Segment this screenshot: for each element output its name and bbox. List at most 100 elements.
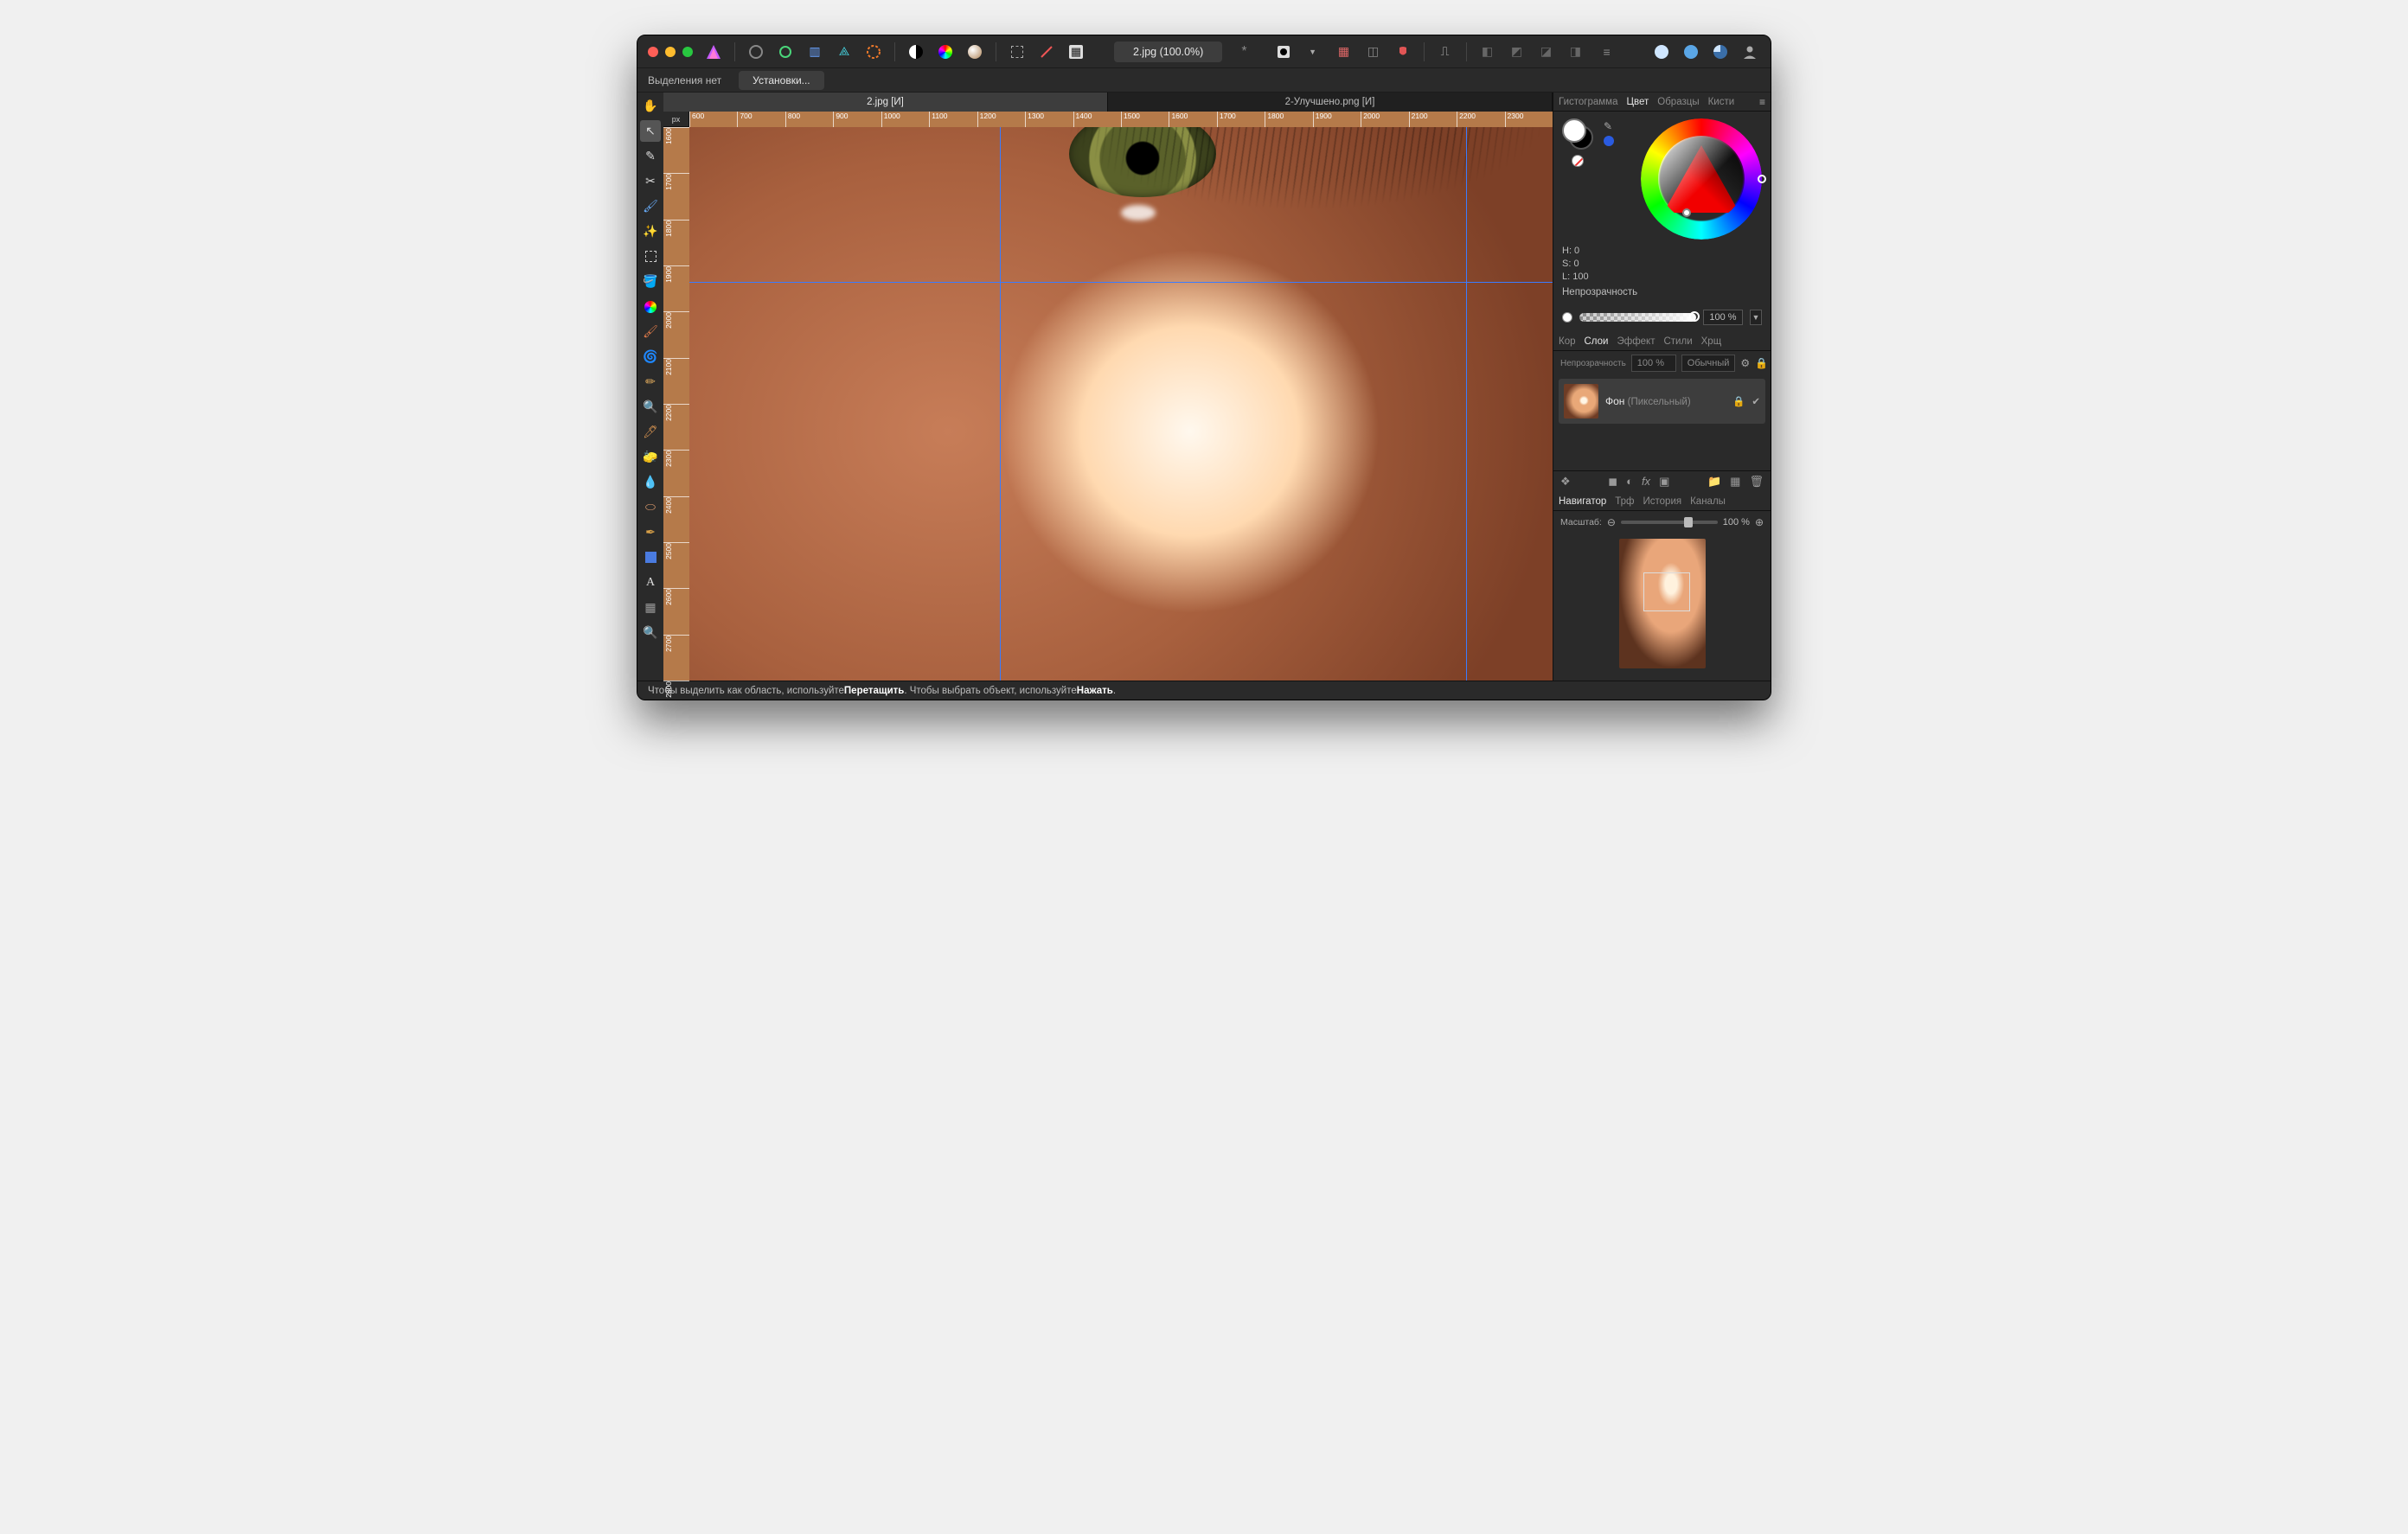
fx-icon[interactable]: fx [1642,475,1650,489]
zoom-tool[interactable]: 🔍 [640,622,661,643]
arrange-front-icon[interactable]: ◨ [1566,42,1586,62]
layer-lock-icon[interactable]: 🔒 [1755,357,1768,369]
zoom-slider[interactable] [1621,521,1718,524]
delete-layer-icon[interactable]: 🗑 [1749,475,1764,489]
opacity-slider[interactable] [1579,313,1696,322]
selection-marquee-icon[interactable] [1007,42,1028,62]
presets-button[interactable]: Установки... [739,71,824,90]
layer-item[interactable]: Фон (Пиксельный) 🔒 ✔ [1559,379,1765,424]
assistant-icon[interactable]: ⎍ [1435,42,1456,62]
flood-select-tool[interactable]: 🪣 [640,271,661,292]
tab-effects[interactable]: Эффект [1617,336,1655,347]
crop-layer-icon[interactable]: ▣ [1659,475,1669,489]
arrange-forward-icon[interactable]: ◪ [1536,42,1557,62]
guide-horizontal-1[interactable] [689,282,1553,283]
guides-icon[interactable]: ◫ [1363,42,1384,62]
text-tool[interactable]: A [640,572,661,593]
pencil-tool[interactable]: ✏ [640,371,661,393]
tab-styles[interactable]: Стили [1663,336,1692,347]
color-swatch-pair[interactable] [1562,118,1593,150]
blend-mode-select[interactable]: Обычный [1681,355,1736,372]
color-picker-tool[interactable]: ✎ [640,145,661,167]
ruler-unit[interactable]: px [663,112,689,127]
develop-persona-icon[interactable]: ▥ [804,42,825,62]
panel-menu-icon[interactable]: ≡ [1759,96,1765,108]
tab-transform[interactable]: Трф [1615,496,1634,507]
dodge-tool[interactable]: 🔍 [640,396,661,418]
tab-adjust[interactable]: Кор [1559,336,1576,347]
bw-adjust-icon[interactable] [906,42,926,62]
adjustment-icon[interactable]: ◐ [1626,475,1633,489]
snapping-icon[interactable] [1393,42,1413,62]
tab-stock[interactable]: Хрщ [1701,336,1722,347]
tab-color[interactable]: Цвет [1626,97,1649,107]
grid-icon[interactable]: ▦ [1334,42,1354,62]
sponge-tool[interactable]: 🧽 [640,446,661,468]
tab-brushes[interactable]: Кисти [1708,97,1735,107]
navigator-viewport[interactable] [1643,572,1690,611]
blur-tool[interactable]: 💧 [640,471,661,493]
opacity-value[interactable]: 100 % [1703,310,1743,325]
zoom-window[interactable] [682,47,693,57]
move-tool[interactable]: ↖ [640,120,661,142]
guide-vertical-1[interactable] [1000,127,1001,681]
shape-tool[interactable] [640,546,661,568]
folder-icon[interactable]: 📁 [1707,475,1721,489]
zoom-out-icon[interactable]: ⊖ [1607,516,1616,528]
patch-tool[interactable]: ⬭ [640,496,661,518]
soft-proof-icon[interactable] [964,42,985,62]
layer-opacity-value[interactable]: 100 % [1631,355,1676,372]
tone-map-persona-icon[interactable]: ⟁ [834,42,855,62]
tab-swatches[interactable]: Образцы [1657,97,1699,107]
recent-color-swatch[interactable] [1604,136,1614,146]
mesh-tool[interactable]: ▦ [640,597,661,618]
guide-vertical-2[interactable] [1466,127,1467,681]
arrange-back-icon[interactable]: ◧ [1477,42,1498,62]
pen-tool[interactable]: ✒ [640,521,661,543]
tab-navigator[interactable]: Навигатор [1559,496,1606,507]
marquee-tool[interactable] [640,246,661,267]
tab-layers[interactable]: Слои [1585,336,1609,347]
export-persona-icon[interactable] [863,42,884,62]
quick-mask-icon[interactable] [1036,42,1057,62]
layer-settings-icon[interactable]: ⚙ [1740,357,1750,369]
ruler-horizontal[interactable]: 6007008009001000110012001300140015001600… [689,112,1553,127]
color-wheel[interactable] [1641,118,1762,240]
ruler-vertical[interactable]: 1600170018001900200021002200230024002500… [663,127,689,681]
paint-brush-tool[interactable]: 🖌 [640,321,661,342]
align-icon[interactable]: ≡ [1597,42,1617,62]
account-icon[interactable] [1739,42,1760,62]
brush-tool[interactable]: 🖌 [640,195,661,217]
dropdown-icon[interactable]: ▼ [1303,42,1323,62]
grid-view-icon[interactable]: ▦ [1730,475,1740,489]
navigator-preview[interactable] [1619,539,1706,668]
color-adjust-icon[interactable] [935,42,956,62]
clone-tool[interactable]: 🖊 [640,421,661,443]
wheel-handle[interactable] [1758,175,1766,183]
liquify-persona-icon[interactable] [775,42,796,62]
canvas[interactable] [689,127,1553,681]
heal-tool[interactable]: ✨ [640,221,661,242]
zoom-in-icon[interactable]: ⊕ [1755,516,1764,528]
no-color-swatch[interactable] [1572,155,1584,167]
layers-studio-icon[interactable] [1681,42,1701,62]
triangle-handle[interactable] [1682,208,1691,217]
document-tab-1[interactable]: 2.jpg [И] [663,93,1108,112]
photo-persona-icon[interactable] [746,42,766,62]
tab-channels[interactable]: Каналы [1690,496,1726,507]
smudge-tool[interactable]: 🌀 [640,346,661,368]
stock-icon[interactable] [1651,42,1672,62]
refine-icon[interactable]: ▦ [1066,42,1086,62]
mask-icon[interactable]: ◼ [1608,475,1617,489]
mask-mode-icon[interactable] [1273,42,1294,62]
paint-mix-tool[interactable] [640,296,661,317]
arrange-backward-icon[interactable]: ◩ [1507,42,1527,62]
minimize-window[interactable] [665,47,676,57]
tab-history[interactable]: История [1643,496,1682,507]
hand-tool[interactable]: ✋ [640,95,661,117]
tab-histogram[interactable]: Гистограмма [1559,97,1617,107]
opacity-dropdown[interactable]: ▼ [1750,310,1762,325]
layer-visible-icon[interactable]: ✔ [1752,395,1760,407]
document-tab-2[interactable]: 2-Улучшено.png [И] [1108,93,1553,112]
layers-stack-icon[interactable]: ❖ [1560,475,1571,489]
